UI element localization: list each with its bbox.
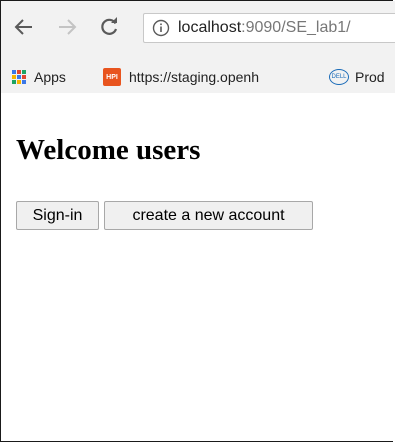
create-account-button[interactable]: create a new account [104, 201, 313, 230]
apps-grid-icon [12, 70, 26, 84]
hpi-favicon-icon: HPI [103, 68, 121, 86]
reload-icon[interactable] [98, 16, 120, 38]
page-content: Welcome users Sign-in create a new accou… [1, 93, 395, 441]
page-heading: Welcome users [16, 134, 201, 166]
bookmarks-bar: Apps HPI https://staging.openh DELL Prod [1, 63, 395, 91]
bookmark-staging[interactable]: HPI https://staging.openh [103, 63, 259, 91]
dell-favicon-icon: DELL [329, 69, 349, 85]
url-path: :9090/SE_lab1/ [241, 19, 351, 36]
url-host: localhost [178, 19, 242, 36]
address-bar[interactable]: localhost:9090/SE_lab1/ [143, 13, 395, 43]
forward-arrow-icon[interactable] [56, 16, 78, 38]
bookmark-label: Prod [355, 69, 385, 85]
sign-in-button[interactable]: Sign-in [16, 201, 99, 230]
bookmark-prod[interactable]: DELL Prod [329, 63, 385, 91]
info-icon[interactable] [152, 19, 170, 37]
back-arrow-icon[interactable] [13, 16, 35, 38]
bookmark-label: Apps [34, 69, 66, 85]
url-text: localhost:9090/SE_lab1/ [178, 19, 351, 37]
browser-chrome: localhost:9090/SE_lab1/ Apps HPI https:/… [1, 1, 395, 93]
browser-toolbar: localhost:9090/SE_lab1/ [1, 1, 395, 57]
bookmark-label: https://staging.openh [129, 69, 259, 85]
bookmark-apps[interactable]: Apps [12, 63, 66, 91]
